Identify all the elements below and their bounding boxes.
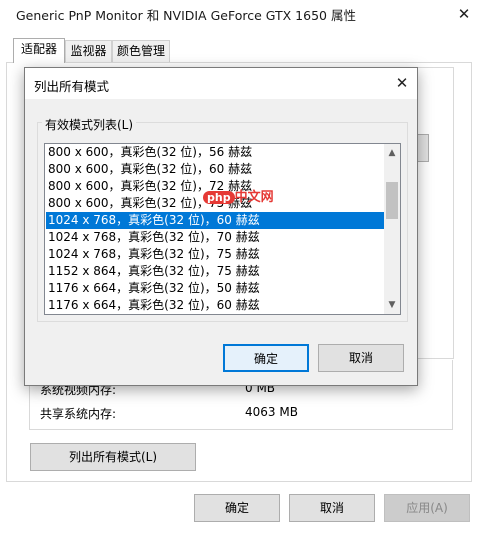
list-all-modes-dialog: 列出所有模式 ✕ 有效模式列表(L) 800 x 600，真彩色(32 位)，5… [24,67,418,386]
list-item[interactable]: 1152 x 864，真彩色(32 位)，75 赫兹 [46,263,385,280]
watermark-logo: php 中文网 [203,186,274,205]
adapter-info-group [414,67,454,359]
list-item-selected[interactable]: 1024 x 768，真彩色(32 位)，60 赫兹 [46,212,385,229]
close-icon[interactable]: ✕ [448,0,480,30]
partially-hidden-row [40,530,300,539]
tab-color-management[interactable]: 颜色管理 [112,40,170,62]
shared-memory-value: 4063 MB [245,405,298,419]
apply-button: 应用(A) [384,494,470,522]
vertical-scrollbar[interactable]: ▲ ▼ [384,144,400,314]
watermark-text: 中文网 [234,190,274,205]
list-item[interactable]: 1024 x 768，真彩色(32 位)，75 赫兹 [46,246,385,263]
modes-list: 800 x 600，真彩色(32 位)，56 赫兹 800 x 600，真彩色(… [46,144,385,314]
dialog-close-icon[interactable]: ✕ [387,68,417,99]
dialog-titlebar: 列出所有模式 ✕ [25,68,417,99]
list-item[interactable]: 1176 x 664，真彩色(32 位)，60 赫兹 [46,297,385,314]
list-item[interactable]: 1024 x 768，真彩色(32 位)，70 赫兹 [46,229,385,246]
dialog-cancel-button[interactable]: 取消 [318,344,404,372]
valid-modes-label: 有效模式列表(L) [42,116,137,133]
cancel-button[interactable]: 取消 [289,494,375,522]
list-item[interactable]: 800 x 600，真彩色(32 位)，56 赫兹 [46,144,385,161]
watermark-badge: php [203,191,235,204]
scrollbar-thumb[interactable] [386,182,398,219]
tab-adapter[interactable]: 适配器 [13,38,65,63]
modes-listbox[interactable]: 800 x 600，真彩色(32 位)，56 赫兹 800 x 600，真彩色(… [44,143,401,315]
dialog-ok-button[interactable]: 确定 [223,344,309,372]
dialog-title: 列出所有模式 [34,79,110,94]
list-item[interactable]: 1176 x 664，真彩色(32 位)，50 赫兹 [46,280,385,297]
list-item[interactable]: 800 x 600，真彩色(32 位)，60 赫兹 [46,161,385,178]
list-all-modes-button[interactable]: 列出所有模式(L) [30,443,196,471]
scroll-down-icon[interactable]: ▼ [384,297,400,313]
shared-memory-label: 共享系统内存: [40,407,117,421]
scroll-up-icon[interactable]: ▲ [384,145,400,161]
window-title: Generic PnP Monitor 和 NVIDIA GeForce GTX… [16,8,356,23]
ok-button[interactable]: 确定 [194,494,280,522]
tab-monitor[interactable]: 监视器 [65,40,112,62]
